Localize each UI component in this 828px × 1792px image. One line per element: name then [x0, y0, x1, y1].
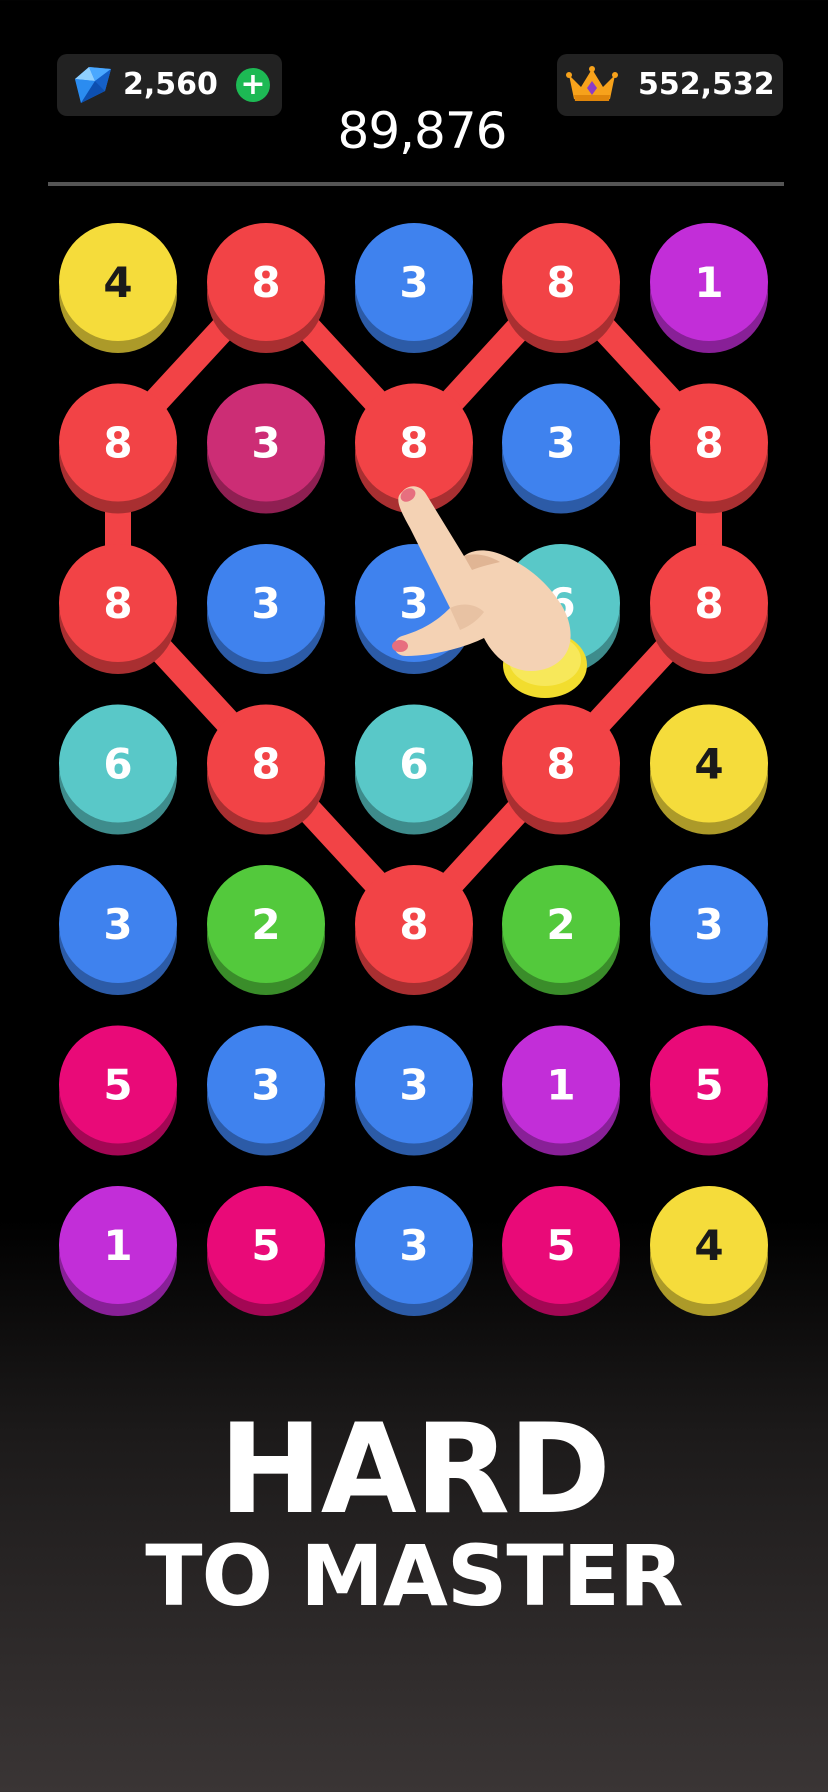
number-tile[interactable]: 5 [59, 1025, 177, 1156]
tile-value: 8 [399, 900, 428, 949]
tile-value: 8 [251, 740, 280, 789]
number-tile[interactable]: 3 [207, 383, 325, 514]
number-tile[interactable]: 8 [355, 383, 473, 514]
number-tile[interactable]: 2 [207, 865, 325, 995]
number-tile[interactable]: 3 [207, 1025, 325, 1156]
tile-value: 6 [103, 740, 132, 789]
number-tile[interactable]: 3 [59, 865, 177, 995]
number-tile[interactable]: 1 [650, 223, 768, 353]
tile-value: 4 [694, 1221, 723, 1270]
tagline-line-2: TO MASTER [145, 1527, 683, 1625]
number-tile[interactable]: 8 [207, 704, 325, 835]
number-tile[interactable]: 6 [502, 544, 620, 674]
tile-value: 8 [546, 258, 575, 307]
tile-value: 4 [103, 258, 132, 307]
tile-value: 1 [103, 1221, 132, 1270]
number-tile[interactable]: 3 [650, 865, 768, 995]
tile-value: 6 [546, 579, 575, 628]
tile-value: 8 [103, 579, 132, 628]
number-tile[interactable]: 3 [355, 544, 473, 674]
tile-value: 2 [546, 900, 575, 949]
tile-value: 3 [399, 1221, 428, 1270]
tile-value: 8 [103, 419, 132, 468]
number-tile[interactable]: 3 [355, 1186, 473, 1316]
tile-value: 5 [694, 1061, 723, 1110]
number-tile[interactable]: 3 [207, 544, 325, 674]
tile-value: 3 [251, 419, 280, 468]
tile-value: 3 [694, 900, 723, 949]
tile-value: 4 [694, 740, 723, 789]
tile-value: 3 [103, 900, 132, 949]
number-tile[interactable]: 8 [650, 383, 768, 514]
number-tile[interactable]: 3 [355, 223, 473, 353]
tile-value: 3 [546, 419, 575, 468]
number-tile[interactable]: 8 [59, 544, 177, 674]
number-tile[interactable]: 5 [502, 1186, 620, 1316]
number-tile[interactable]: 1 [59, 1186, 177, 1316]
number-tile[interactable]: 3 [502, 383, 620, 514]
tile-value: 1 [546, 1061, 575, 1110]
tile-value: 8 [399, 419, 428, 468]
game-board: 4 8 3 8 1 8 3 8 3 8 8 3 3 6 8 6 8 6 8 4 3 2 8 2 3 5 3 3 1 5 1 5 3 5 4 [59, 223, 768, 1316]
number-tile[interactable]: 8 [59, 383, 177, 514]
tile-value: 5 [251, 1221, 280, 1270]
number-tile[interactable]: 4 [650, 704, 768, 835]
tile-value: 5 [546, 1221, 575, 1270]
tile-value: 1 [694, 258, 723, 307]
number-tile[interactable]: 2 [502, 865, 620, 995]
tagline-line-1: HARD [218, 1398, 611, 1542]
number-tile[interactable]: 5 [650, 1025, 768, 1156]
tile-value: 3 [251, 579, 280, 628]
number-tile[interactable]: 1 [502, 1025, 620, 1156]
number-tile[interactable]: 3 [355, 1025, 473, 1156]
tile-value: 3 [251, 1061, 280, 1110]
number-tile[interactable]: 6 [59, 704, 177, 835]
tile-value: 8 [694, 579, 723, 628]
tile-value: 8 [694, 419, 723, 468]
number-tile[interactable]: 8 [207, 223, 325, 353]
number-tile[interactable]: 8 [502, 223, 620, 353]
number-tile[interactable]: 8 [650, 544, 768, 674]
number-tile[interactable]: 4 [59, 223, 177, 353]
number-tile[interactable]: 8 [502, 704, 620, 835]
number-tile[interactable]: 6 [355, 704, 473, 835]
tile-value: 3 [399, 579, 428, 628]
tile-value: 5 [103, 1061, 132, 1110]
number-tile[interactable]: 4 [650, 1186, 768, 1316]
tile-value: 3 [399, 1061, 428, 1110]
number-tile[interactable]: 5 [207, 1186, 325, 1316]
tile-value: 8 [251, 258, 280, 307]
tile-value: 6 [399, 740, 428, 789]
tile-value: 8 [546, 740, 575, 789]
number-tile[interactable]: 8 [355, 865, 473, 995]
tile-value: 3 [399, 258, 428, 307]
tile-value: 2 [251, 900, 280, 949]
